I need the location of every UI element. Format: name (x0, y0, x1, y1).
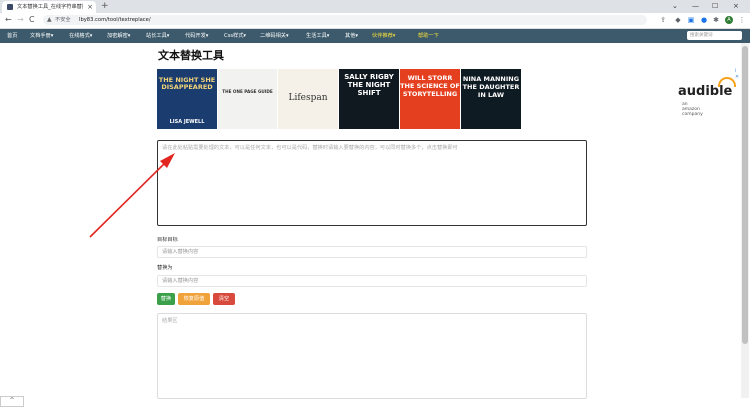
extensions-icon[interactable]: ◆ (674, 16, 682, 24)
nav-item-webmaster[interactable]: 站长工具▾ (146, 29, 169, 43)
clear-button[interactable]: 清空 (213, 293, 235, 305)
security-label: 不安全 (55, 17, 71, 23)
restore-button[interactable]: 恢复原值 (178, 293, 210, 305)
reload-button[interactable]: C (29, 14, 35, 26)
warning-icon: ▲ (47, 16, 52, 23)
book-cover-2[interactable]: THE ONE PAGE GUIDE (218, 69, 277, 129)
book-cover-6[interactable]: NINA MANNING THE DAUGHTER IN LAW (461, 69, 521, 129)
source-text-input[interactable]: 请在此处粘贴需要处理的文本，可以是任何文本，也可以是代码，替换时请输入要替换的内… (157, 140, 587, 226)
target-label: 目标目标 (157, 237, 178, 243)
ad-info-icon[interactable]: i ✕ (735, 68, 739, 80)
scroll-top-button[interactable]: ^ (0, 396, 24, 407)
nav-item-code[interactable]: 代码开发▾ (185, 29, 208, 43)
book-cover-5[interactable]: WILL STORR THE SCIENCE OF STORYTELLING (400, 69, 460, 129)
share-icon[interactable]: ⇪ (659, 16, 667, 24)
target-placeholder: 请输入替换内容 (162, 249, 199, 255)
replace-button[interactable]: 替换 (157, 293, 175, 305)
replace-label: 替换为 (157, 265, 173, 271)
nav-item-help[interactable]: 帮助一下 (418, 29, 439, 43)
book-cover-1[interactable]: THE NIGHT SHE DISAPPEARED LISA JEWELL (157, 69, 217, 129)
nav-item-life[interactable]: 生活工具▾ (306, 29, 329, 43)
site-favicon-icon (7, 4, 13, 10)
menu-icon[interactable]: ⋮ (738, 16, 746, 24)
tab-active[interactable]: 文本替换工具_在线字符串替换工 × (2, 1, 96, 13)
tab-close-icon[interactable]: × (87, 1, 93, 13)
translate-icon[interactable]: ▣ (687, 16, 695, 24)
page-content: 文本替换工具 THE NIGHT SHE DISAPPEARED LISA JE… (0, 43, 750, 405)
nav-item-home[interactable]: 首页 (7, 29, 17, 43)
site-nav: 首页 文档手册▾ 在线格式▾ 加密解密▾ 站长工具▾ 代码开发▾ Css样式▾ … (0, 29, 750, 43)
extension-blue-icon[interactable]: ● (700, 16, 708, 24)
result-placeholder: 结果区 (162, 318, 178, 324)
maximize-button[interactable]: ☐ (712, 0, 718, 12)
nav-item-partners[interactable]: 伙伴推荐▾ (372, 29, 395, 43)
book-title-6: NINA MANNING THE DAUGHTER IN LAW (462, 75, 520, 99)
target-input[interactable]: 请输入替换内容 (157, 246, 587, 258)
nav-item-qrcode[interactable]: 二维码相关▾ (260, 29, 289, 43)
source-placeholder: 请在此处粘贴需要处理的文本，可以是任何文本，也可以是代码，替换时请输入要替换的内… (162, 145, 458, 151)
nav-item-docs[interactable]: 文档手册▾ (30, 29, 53, 43)
address-bar[interactable]: ▲ 不安全 lby83.com/tool/textreplace/ (43, 15, 647, 25)
book-cover-4[interactable]: SALLY RIGBY THE NIGHT SHIFT (339, 69, 399, 129)
tab-search-icon[interactable]: ⌄ (672, 0, 678, 12)
browser-window: 文本替换工具_在线字符串替换工 × + ⌄ — ☐ × ← → C ▲ 不安全 … (0, 0, 750, 407)
close-window-button[interactable]: × (733, 0, 739, 12)
result-text-output[interactable]: 结果区 (157, 313, 587, 399)
nav-item-css[interactable]: Css样式▾ (224, 29, 246, 43)
minimize-button[interactable]: — (692, 0, 699, 12)
avatar[interactable]: A (725, 16, 733, 24)
replace-input[interactable]: 请输入替换内容 (157, 275, 587, 287)
address-bar-row: ← → C ▲ 不安全 lby83.com/tool/textreplace/ … (0, 13, 750, 29)
nav-item-crypto[interactable]: 加密解密▾ (107, 29, 130, 43)
page-title: 文本替换工具 (158, 49, 224, 62)
new-tab-button[interactable]: + (101, 0, 109, 12)
forward-button[interactable]: → (17, 14, 24, 26)
book-title-4: SALLY RIGBY THE NIGHT SHIFT (344, 73, 394, 97)
audible-subtitle: an amazon company (682, 102, 703, 117)
page-scrollbar-thumb[interactable] (742, 46, 748, 344)
book-cover-3[interactable]: Lifespan (278, 69, 338, 129)
url-text[interactable]: lby83.com/tool/textreplace/ (79, 15, 151, 25)
book-title-1: THE NIGHT SHE DISAPPEARED (158, 76, 216, 91)
tab-strip: 文本替换工具_在线字符串替换工 × + ⌄ — ☐ × (0, 0, 750, 13)
audible-logo[interactable]: audible (678, 84, 732, 99)
book-title-3: Lifespan (288, 93, 328, 103)
book-title-5: WILL STORR THE SCIENCE OF STORYTELLING (400, 74, 460, 98)
puzzle-icon[interactable]: ✱ (712, 16, 720, 24)
ad-banner[interactable]: THE NIGHT SHE DISAPPEARED LISA JEWELL TH… (157, 68, 739, 132)
nav-item-other[interactable]: 其他▾ (345, 29, 358, 43)
replace-placeholder: 请输入替换内容 (162, 278, 199, 284)
tab-title: 文本替换工具_在线字符串替换工 (17, 4, 83, 10)
nav-search-input[interactable]: 搜索关键词 (687, 31, 742, 40)
nav-item-format[interactable]: 在线格式▾ (69, 29, 92, 43)
back-button[interactable]: ← (5, 14, 12, 26)
book-title-2: THE ONE PAGE GUIDE (222, 89, 273, 94)
book-author-1: LISA JEWELL (169, 119, 205, 125)
